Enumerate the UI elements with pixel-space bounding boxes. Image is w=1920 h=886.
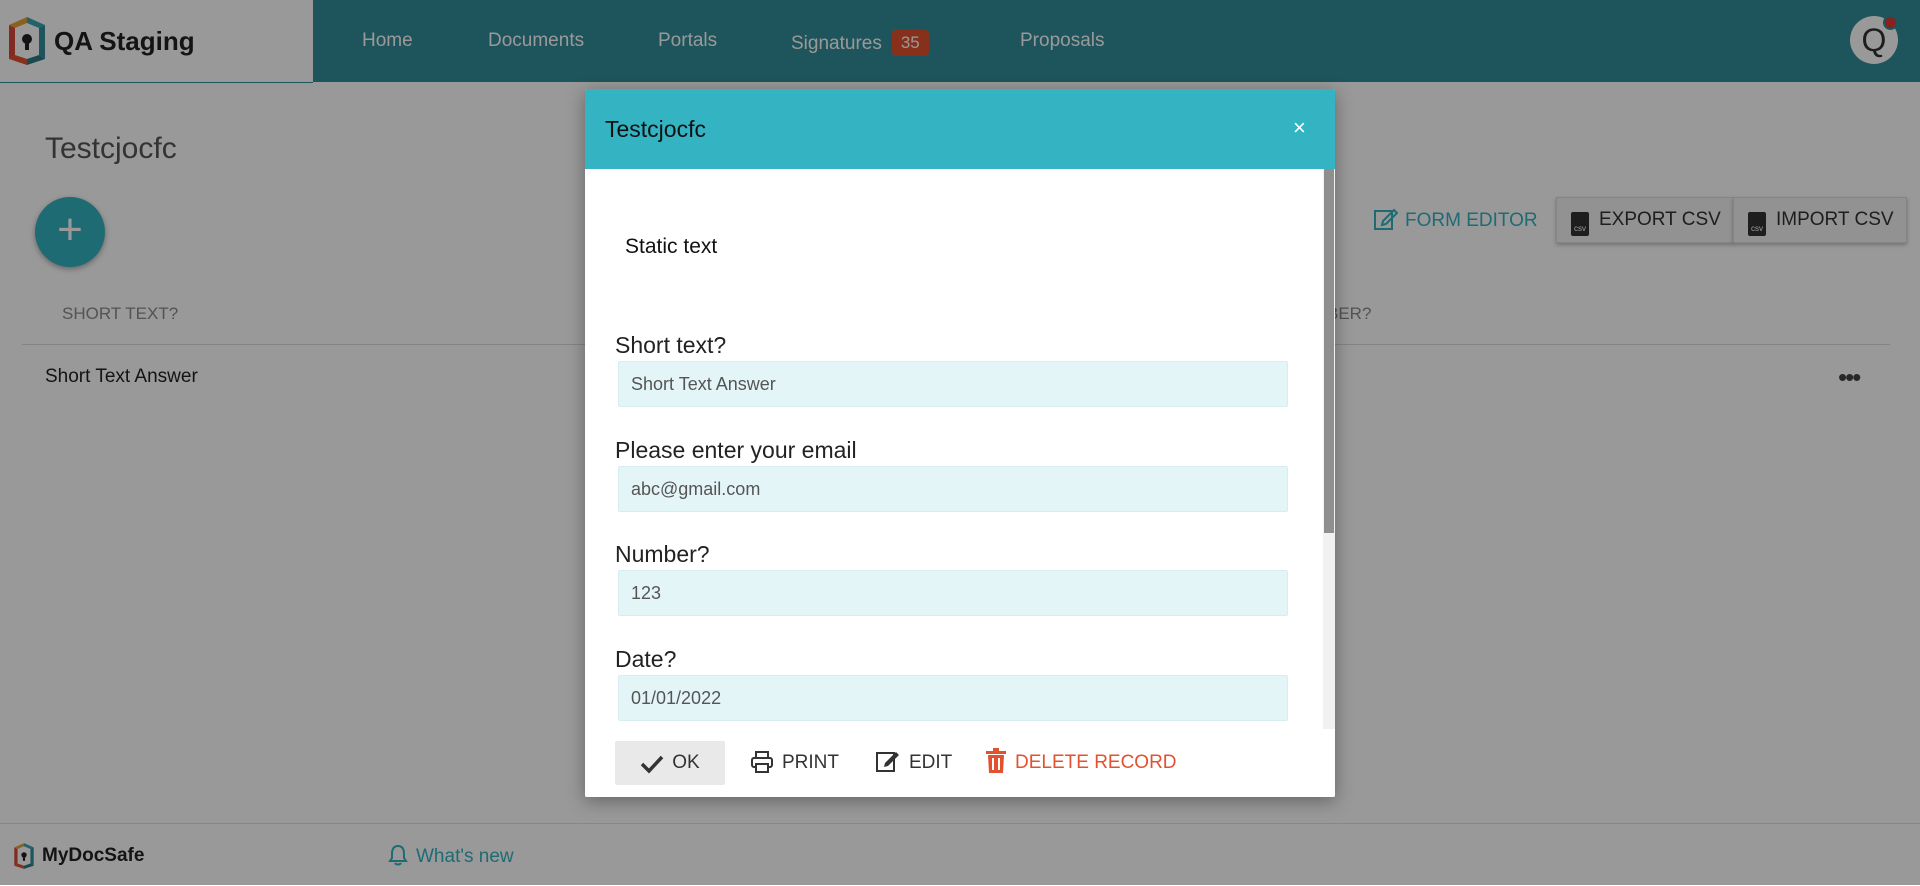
static-text: Static text bbox=[625, 235, 718, 258]
modal-header: Testcjocfc × bbox=[585, 89, 1335, 169]
edit-icon bbox=[876, 752, 899, 772]
edit-label: EDIT bbox=[909, 752, 953, 773]
ok-label: OK bbox=[672, 752, 700, 773]
ok-button[interactable]: OK bbox=[615, 741, 725, 785]
print-label: PRINT bbox=[782, 752, 839, 773]
delete-record-label: DELETE RECORD bbox=[1015, 752, 1177, 773]
field-label-email: Please enter your email bbox=[615, 437, 857, 463]
field-label-short-text: Short text? bbox=[615, 332, 727, 358]
field-label-number: Number? bbox=[615, 541, 710, 567]
modal-scrollbar-thumb[interactable] bbox=[1324, 169, 1334, 533]
email-field[interactable]: abc@gmail.com bbox=[618, 466, 1288, 512]
field-label-date: Date? bbox=[615, 646, 677, 672]
modal-footer: OK PRINT EDIT DELETE RECORD bbox=[585, 729, 1335, 797]
short-text-field[interactable]: Short Text Answer bbox=[618, 361, 1288, 407]
print-button[interactable]: PRINT bbox=[750, 741, 839, 785]
date-field[interactable]: 01/01/2022 bbox=[618, 675, 1288, 721]
record-modal: Testcjocfc × Static text Short text? Sho… bbox=[585, 89, 1335, 797]
modal-body[interactable]: Static text Short text? Short Text Answe… bbox=[585, 169, 1335, 729]
number-field[interactable]: 123 bbox=[618, 570, 1288, 616]
trash-icon bbox=[986, 748, 1006, 773]
edit-button[interactable]: EDIT bbox=[875, 741, 952, 785]
modal-title: Testcjocfc bbox=[605, 116, 706, 142]
printer-icon bbox=[751, 751, 773, 773]
checkmark-icon bbox=[641, 755, 664, 774]
delete-record-button[interactable]: DELETE RECORD bbox=[985, 741, 1177, 785]
close-icon[interactable]: × bbox=[1293, 115, 1306, 141]
